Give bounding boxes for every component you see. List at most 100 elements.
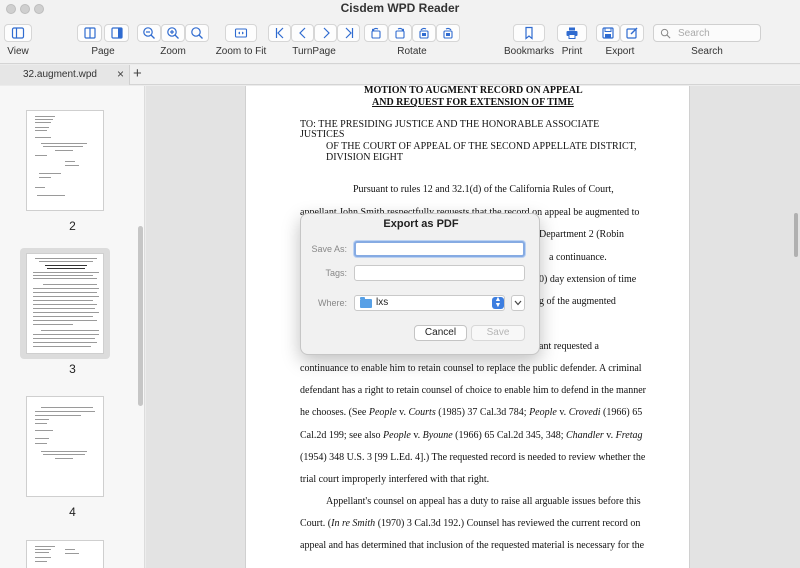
first-page-icon	[275, 27, 283, 39]
doc-body-line: continuance to enable him to retain coun…	[300, 363, 642, 374]
turnpage-label: TurnPage	[292, 46, 336, 57]
rotate-right-icon	[395, 27, 405, 39]
last-page-button[interactable]	[337, 24, 360, 42]
last-page-icon	[345, 27, 353, 39]
doc-body-line: defendant has a right to retain counsel …	[300, 385, 646, 396]
zoom-to-fit-label: Zoom to Fit	[215, 46, 267, 57]
search-input[interactable]	[678, 26, 758, 40]
doc-body-line: a continuance.	[549, 252, 607, 263]
doc-addressee-line: OF THE COURT OF APPEAL OF THE SECOND APP…	[326, 141, 637, 152]
doc-addressee-line: JUSTICES	[300, 129, 345, 140]
doc-body-line: he chooses. (See People v. Courts (1985)…	[300, 407, 643, 418]
bookmark-icon	[525, 26, 533, 40]
edit-icon	[626, 27, 638, 39]
rotate-right-button[interactable]	[388, 24, 412, 42]
chevron-left-icon	[298, 27, 305, 39]
rotate-all-left-button[interactable]	[412, 24, 436, 42]
doc-body-line: (1954) 348 U.S. 3 [99 L.Ed. 4].) The req…	[300, 452, 646, 463]
thumbnail-page-5[interactable]	[26, 540, 104, 568]
document-scrollbar[interactable]	[794, 213, 798, 257]
where-label: Where:	[317, 298, 347, 308]
zoom-in-button[interactable]	[161, 24, 185, 42]
save-as-label: Save As:	[311, 244, 347, 254]
print-button[interactable]	[557, 24, 587, 42]
printer-icon	[566, 27, 578, 39]
thumbnail-page-number: 3	[69, 362, 76, 376]
actual-size-button[interactable]	[185, 24, 209, 42]
previous-page-button[interactable]	[291, 24, 314, 42]
thumbnail-page-4[interactable]	[26, 396, 104, 497]
doc-body-line: Cal.2d 199; see also People v. Byoune (1…	[300, 430, 643, 441]
save-button-disabled[interactable]: Save	[471, 325, 525, 341]
doc-title-line-2: AND REQUEST FOR EXTENSION OF TIME	[372, 97, 574, 108]
rotate-label: Rotate	[397, 46, 427, 57]
expand-dialog-button[interactable]	[511, 295, 525, 311]
export-label: Export	[605, 46, 635, 57]
doc-title-line-1: MOTION TO AUGMENT RECORD ON APPEAL	[364, 86, 583, 96]
doc-body-line: Appellant's counsel on appeal has a duty…	[326, 496, 641, 507]
search-icon	[660, 28, 671, 39]
doc-addressee-line: TO: THE PRESIDING JUSTICE AND THE HONORA…	[300, 119, 600, 130]
bookmarks-label: Bookmarks	[503, 46, 554, 57]
where-select[interactable]: lxs ▲ ▼	[354, 295, 505, 311]
thumbnail-sidebar: 2 3 4	[0, 86, 145, 568]
window-title: Cisdem WPD Reader	[340, 1, 460, 15]
doc-body-line: 0) day extension of time	[539, 274, 637, 285]
tab-label: 32.augment.wpd	[23, 69, 97, 80]
chevron-right-icon	[323, 27, 330, 39]
rotate-left-icon	[371, 27, 381, 39]
next-page-button[interactable]	[314, 24, 337, 42]
zoom-out-icon	[143, 27, 155, 39]
doc-body-line: Court. (In re Smith (1970) 3 Cal.3d 192.…	[300, 518, 641, 529]
print-label: Print	[561, 46, 583, 57]
sidebar-scrollbar[interactable]	[138, 226, 143, 406]
doc-body-line: ant requested a	[539, 341, 599, 352]
select-arrows-icon: ▲ ▼	[492, 296, 504, 309]
doc-body-line: Department 2 (Robin	[539, 229, 624, 240]
close-tab-icon[interactable]: ×	[117, 67, 124, 81]
cancel-button[interactable]: Cancel	[414, 325, 467, 341]
folder-icon	[360, 297, 372, 308]
rotate-all-left-icon	[419, 27, 429, 39]
zoom-out-button[interactable]	[137, 24, 161, 42]
rotate-all-right-icon	[443, 27, 453, 39]
view-label: View	[7, 46, 29, 57]
thumbnail-page-2[interactable]	[26, 110, 104, 211]
first-page-button[interactable]	[268, 24, 291, 42]
tags-label: Tags:	[325, 268, 347, 278]
dialog-title: Export as PDF	[383, 218, 459, 230]
single-page-icon	[83, 27, 96, 39]
document-tab[interactable]: 32.augment.wpd ×	[0, 65, 130, 85]
sidebar-icon	[11, 27, 25, 39]
doc-body-line: Pursuant to rules 12 and 32.1(d) of the …	[353, 184, 614, 195]
toolbar: Cisdem WPD Reader View Page Zoom Zoom to…	[0, 0, 800, 64]
bookmarks-button[interactable]	[513, 24, 545, 42]
doc-body-line: trial court improperly interfered with t…	[300, 474, 490, 485]
tab-bar: 32.augment.wpd × +	[0, 65, 800, 85]
where-value: lxs	[376, 297, 389, 308]
save-button[interactable]	[596, 24, 620, 42]
double-page-button[interactable]	[104, 24, 129, 42]
page-label: Page	[91, 46, 115, 57]
chevron-down-icon	[514, 300, 522, 306]
doc-addressee-line: DIVISION EIGHT	[326, 152, 403, 163]
rotate-left-button[interactable]	[364, 24, 388, 42]
thumbnail-page-number: 4	[69, 505, 76, 519]
floppy-disk-icon	[602, 27, 614, 39]
tags-field[interactable]	[354, 265, 525, 281]
zoom-in-icon	[167, 27, 179, 39]
search-label: Search	[691, 46, 723, 57]
single-page-button[interactable]	[77, 24, 102, 42]
new-tab-button[interactable]: +	[133, 65, 142, 82]
thumbnail-page-3[interactable]	[26, 253, 104, 354]
zoom-to-fit-button[interactable]	[225, 24, 257, 42]
zoom-label: Zoom	[160, 46, 186, 57]
view-button[interactable]	[4, 24, 32, 42]
double-page-icon	[110, 27, 123, 39]
save-as-field[interactable]	[354, 241, 525, 257]
doc-body-line: appeal and has determined that inclusion…	[300, 540, 645, 551]
search-field[interactable]	[653, 24, 761, 42]
export-edit-button[interactable]	[620, 24, 644, 42]
actual-size-icon	[191, 27, 203, 39]
rotate-all-right-button[interactable]	[436, 24, 460, 42]
